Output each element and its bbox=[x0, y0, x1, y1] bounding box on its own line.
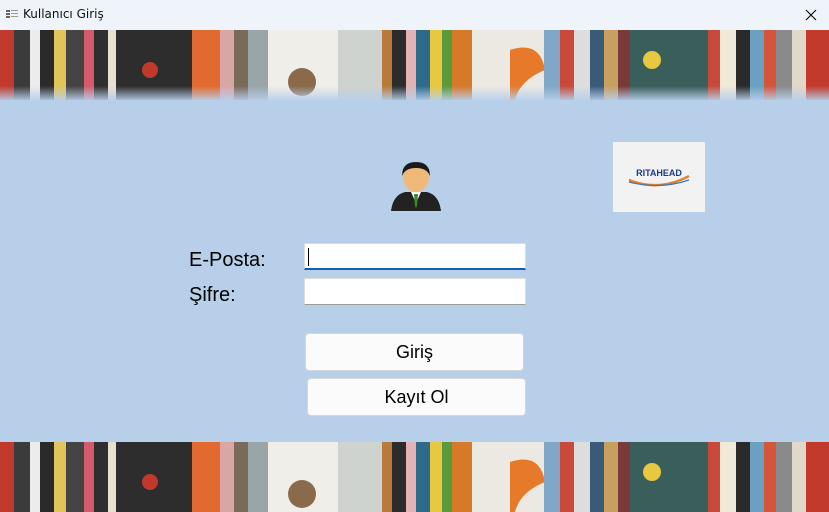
email-label: E-Posta: bbox=[189, 249, 266, 271]
password-input[interactable] bbox=[304, 278, 526, 305]
title-bar: Kullanıcı Giriş bbox=[0, 0, 829, 30]
bookshelf-banner-bottom bbox=[0, 442, 829, 512]
register-button[interactable]: Kayıt Ol bbox=[307, 378, 526, 416]
email-input[interactable] bbox=[304, 243, 526, 270]
bookshelf-banner-top bbox=[0, 30, 829, 100]
bookshelf-image-bottom bbox=[0, 442, 829, 512]
window-title: Kullanıcı Giriş bbox=[23, 7, 104, 21]
ritahead-logo-image: RITAHEAD bbox=[628, 168, 690, 187]
close-icon bbox=[805, 9, 817, 21]
text-caret bbox=[308, 248, 309, 266]
svg-text:RITAHEAD: RITAHEAD bbox=[636, 168, 682, 178]
company-logo: RITAHEAD bbox=[613, 142, 705, 212]
login-button[interactable]: Giriş bbox=[305, 333, 524, 371]
close-button[interactable] bbox=[793, 0, 829, 30]
password-label: Şifre: bbox=[189, 284, 236, 306]
app-icon bbox=[6, 10, 18, 18]
user-icon bbox=[391, 162, 441, 211]
